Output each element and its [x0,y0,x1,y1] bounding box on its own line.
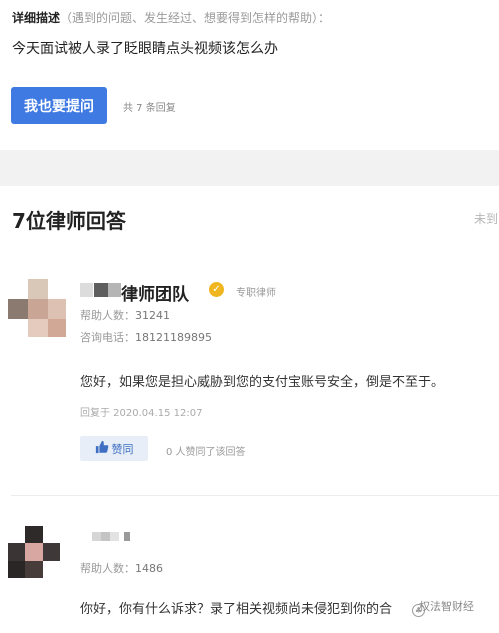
description-hint: （遇到的问题、发生经过、想要得到怎样的帮助）： [60,11,331,25]
ask-question-button[interactable]: 我也要提问 [11,87,107,124]
helped-count: 帮助人数：31241 [80,307,170,323]
thumbs-up-icon [95,440,109,457]
description-label: 详细描述（遇到的问题、发生经过、想要得到怎样的帮助）： [12,9,330,26]
unresolved-filter[interactable]: 未到 [474,210,498,227]
reply-time: 回复于 2020.04.15 12:07 [80,408,203,419]
helped-value: 31241 [135,309,170,322]
redacted-name-block [92,532,101,541]
like-label: 赞同 [111,442,134,456]
answers-title: 7位律师回答 [12,209,126,233]
like-button[interactable]: 赞同 [80,436,148,461]
helped-value: 1486 [135,562,163,575]
answer-divider [11,495,499,496]
phone-label: 咨询电话： [80,331,135,344]
question-text: 今天面试被人录了眨眼睛点头视频该怎么办 [12,41,278,57]
redacted-name-block [124,532,130,541]
consult-phone: 咨询电话：18121189895 [80,329,212,345]
phone-value[interactable]: 18121189895 [135,331,212,344]
redacted-name-block [108,283,121,297]
section-separator [0,150,499,186]
helped-count: 帮助人数：1486 [80,560,163,576]
description-label-title: 详细描述 [12,11,61,25]
lawyer-avatar[interactable] [8,526,60,578]
lawyer-avatar[interactable] [8,279,66,337]
check-badge-icon: ✓ [209,282,224,297]
reply-count: 共 7 条回复 [123,103,176,114]
helped-label: 帮助人数： [80,562,135,575]
redacted-name-block [101,532,110,541]
lawyer-name[interactable]: 律师团队 [121,280,189,305]
redacted-name-block [94,283,108,297]
redacted-name-block [80,283,93,297]
lawyer-role: 专职律师 [236,288,276,299]
answer-text: 你好，你有什么诉求？录了相关视频尚未侵犯到你的合 [80,602,393,617]
redacted-name-block [110,532,119,541]
like-count: 0 人赞同了该回答 [166,447,246,458]
helped-label: 帮助人数： [80,309,135,322]
answer-text: 您好，如果您是担心威胁到您的支付宝账号安全，倒是不至于。 [80,375,445,390]
watermark-text: 权法智财经 [419,600,474,613]
